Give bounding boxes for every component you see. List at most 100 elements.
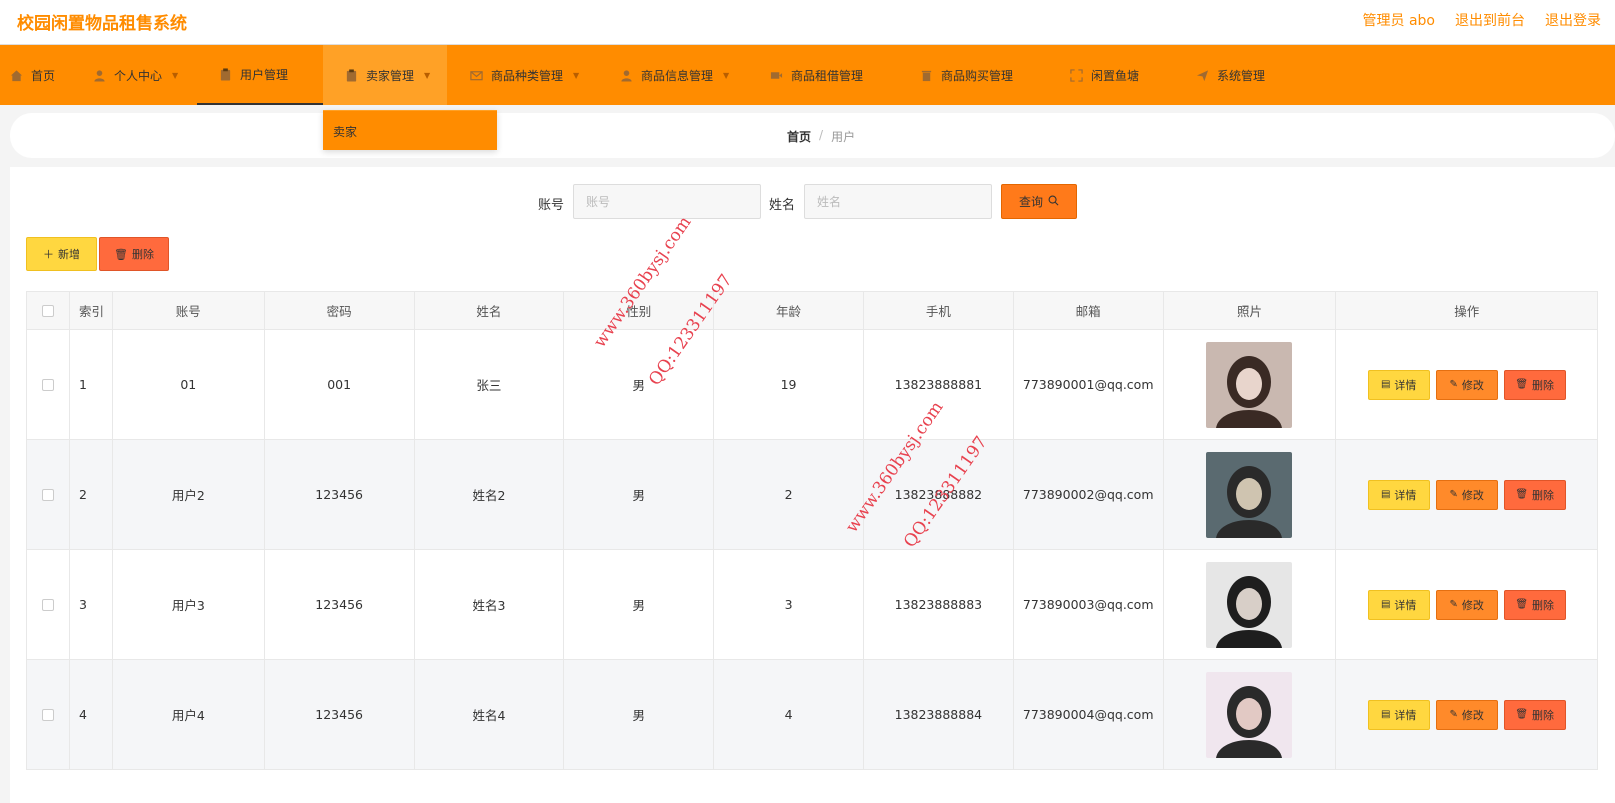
- cell-email: 773890003@qq.com: [1014, 550, 1164, 659]
- cell-sex: 男: [564, 660, 715, 769]
- delete-button[interactable]: 🗑 删除: [1503, 479, 1566, 510]
- video-icon: [770, 69, 783, 82]
- breadcrumb: 首页 / 用户: [787, 128, 855, 145]
- breadcrumb-card: 首页 / 用户: [10, 113, 1615, 158]
- row-checkbox[interactable]: [41, 708, 54, 721]
- name-label: 姓名: [769, 198, 796, 213]
- detail-button[interactable]: ▤ 详情: [1367, 589, 1430, 620]
- breadcrumb-separator: /: [819, 128, 824, 142]
- breadcrumb-home[interactable]: 首页: [787, 128, 811, 145]
- document-icon: ▤: [1380, 489, 1391, 500]
- user-photo: [1206, 341, 1293, 428]
- row-checkbox[interactable]: [41, 378, 54, 391]
- edit-button[interactable]: ✎ 修改: [1435, 369, 1498, 400]
- nav-item-categories[interactable]: 商品种类管理 ▼: [470, 45, 579, 105]
- home-icon: [10, 69, 23, 82]
- nav-label: 首页: [31, 68, 56, 83]
- header-name: 姓名: [415, 292, 565, 329]
- detail-button[interactable]: ▤ 详情: [1367, 699, 1430, 730]
- edit-label: 修改: [1461, 708, 1484, 722]
- cell-index: 1: [70, 330, 113, 439]
- nav-item-sellers[interactable]: 卖家管理 ▼: [323, 45, 447, 105]
- delete-label: 删除: [1532, 488, 1555, 502]
- nav-label: 商品信息管理: [641, 68, 714, 83]
- header-age: 年龄: [714, 292, 864, 329]
- chevron-down-icon: ▼: [723, 70, 730, 80]
- admin-user-link[interactable]: 管理员 abo: [1363, 10, 1435, 30]
- header-photo: 照片: [1164, 292, 1337, 329]
- clipboard-icon: [345, 68, 358, 82]
- nav-label: 闲置鱼塘: [1091, 68, 1140, 83]
- cell-sex: 男: [564, 440, 715, 549]
- user-photo: [1206, 671, 1293, 758]
- header-password: 密码: [265, 292, 415, 329]
- batch-delete-button[interactable]: 🗑 删除: [99, 237, 169, 271]
- select-all-checkbox[interactable]: [41, 304, 54, 317]
- edit-button[interactable]: ✎ 修改: [1435, 479, 1498, 510]
- header-phone: 手机: [864, 292, 1014, 329]
- nav-item-goods-info[interactable]: 商品信息管理 ▼: [620, 45, 729, 105]
- nav-item-fish-pond[interactable]: 闲置鱼塘: [1070, 45, 1139, 105]
- add-button[interactable]: ＋ 新增: [26, 237, 97, 271]
- delete-label: 删除: [1532, 708, 1555, 722]
- back-to-front-link[interactable]: 退出到前台: [1455, 10, 1525, 30]
- cell-password: 123456: [265, 440, 415, 549]
- delete-button[interactable]: 🗑 删除: [1503, 589, 1566, 620]
- chevron-down-icon: ▼: [573, 70, 580, 80]
- cell-password: 123456: [265, 660, 415, 769]
- detail-button[interactable]: ▤ 详情: [1367, 479, 1430, 510]
- nav-label: 商品种类管理: [491, 68, 564, 83]
- edit-label: 修改: [1461, 598, 1484, 612]
- row-select: [27, 660, 70, 769]
- query-button[interactable]: 查询: [1001, 184, 1077, 219]
- account-search-input[interactable]: [573, 184, 761, 219]
- nav-label: 系统管理: [1217, 68, 1266, 83]
- cell-age: 4: [714, 660, 864, 769]
- nav-item-home[interactable]: 首页: [10, 45, 55, 105]
- top-links: 管理员 abo 退出到前台 退出登录: [1363, 10, 1601, 30]
- cell-age: 2: [714, 440, 864, 549]
- row-actions: ▤ 详情 ✎ 修改 🗑 删除: [1367, 369, 1566, 400]
- trash-icon: 🗑: [1515, 489, 1529, 500]
- nav-item-goods-rent[interactable]: 商品租借管理: [770, 45, 863, 105]
- nav-label: 商品购买管理: [941, 68, 1014, 83]
- edit-label: 修改: [1461, 488, 1484, 502]
- row-actions: ▤ 详情 ✎ 修改 🗑 删除: [1367, 699, 1566, 730]
- cell-email: 773890002@qq.com: [1014, 440, 1164, 549]
- edit-icon: ✎: [1449, 709, 1458, 720]
- delete-button[interactable]: 🗑 删除: [1503, 369, 1566, 400]
- name-search-input[interactable]: [804, 184, 992, 219]
- nav-item-goods-buy[interactable]: 商品购买管理: [920, 45, 1013, 105]
- cell-phone: 13823888884: [864, 660, 1014, 769]
- dropdown-item-seller[interactable]: 卖家: [333, 123, 357, 140]
- nav-label: 个人中心: [114, 68, 163, 83]
- row-checkbox[interactable]: [41, 598, 54, 611]
- cell-phone: 13823888882: [864, 440, 1014, 549]
- header-email: 邮箱: [1014, 292, 1164, 329]
- trash-icon: 🗑: [1515, 379, 1529, 390]
- cell-index: 2: [70, 440, 113, 549]
- row-actions: ▤ 详情 ✎ 修改 🗑 删除: [1367, 589, 1566, 620]
- delete-button[interactable]: 🗑 删除: [1503, 699, 1566, 730]
- nav-item-system[interactable]: 系统管理: [1196, 45, 1265, 105]
- delete-label: 删除: [1532, 378, 1555, 392]
- edit-button[interactable]: ✎ 修改: [1435, 699, 1498, 730]
- top-bar: 校园闲置物品租售系统 管理员 abo 退出到前台 退出登录: [0, 0, 1615, 45]
- table-body: 1 01 001 张三男 19 13823888881 773890001@qq.com ▤ 详…: [27, 330, 1597, 770]
- detail-button[interactable]: ▤ 详情: [1367, 369, 1430, 400]
- mail-icon: [470, 69, 483, 82]
- row-checkbox[interactable]: [41, 488, 54, 501]
- detail-label: 详情: [1394, 708, 1417, 722]
- nav-label: 商品租借管理: [791, 68, 864, 83]
- trash-icon: 🗑: [1515, 709, 1529, 720]
- edit-button[interactable]: ✎ 修改: [1435, 589, 1498, 620]
- nav-item-personal[interactable]: 个人中心 ▼: [93, 45, 178, 105]
- edit-label: 修改: [1461, 378, 1484, 392]
- breadcrumb-current: 用户: [831, 130, 856, 144]
- table-row: 1 01 001 张三男 19 13823888881 773890001@qq.com ▤ 详…: [27, 330, 1597, 440]
- table-row: 2 用户2 123456 姓名2 男 2 13823888882 773890002@qq.c…: [27, 440, 1597, 550]
- row-select: [27, 330, 70, 439]
- logout-link[interactable]: 退出登录: [1545, 10, 1601, 30]
- nav-item-users[interactable]: 用户管理: [197, 45, 323, 105]
- cell-email: 773890001@qq.com: [1014, 330, 1164, 439]
